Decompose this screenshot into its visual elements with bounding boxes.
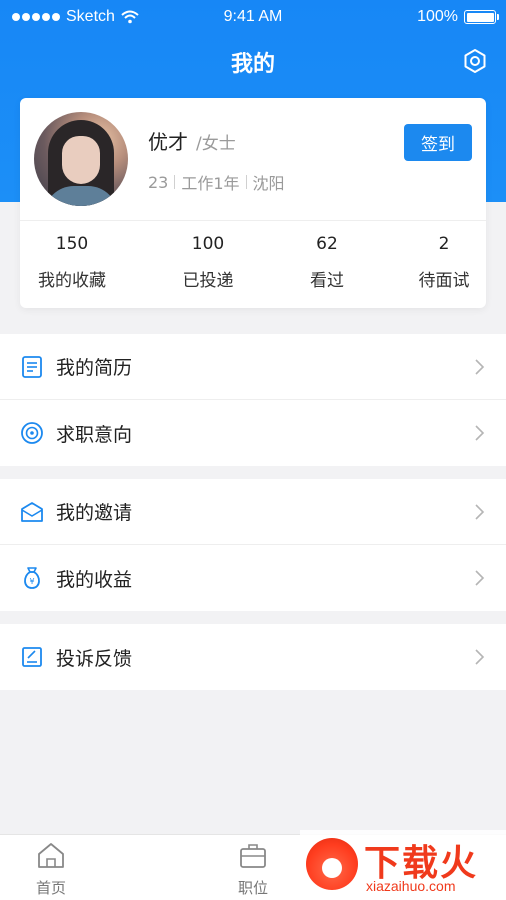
user-city: 沈阳 xyxy=(252,174,285,193)
menu-item-intention[interactable]: 求职意向 xyxy=(0,400,506,466)
menu-item-resume[interactable]: 我的简历 xyxy=(0,334,506,400)
menu-item-earnings[interactable]: ¥ 我的收益 xyxy=(0,545,506,611)
svg-text:¥: ¥ xyxy=(29,577,34,586)
chevron-right-icon xyxy=(475,425,485,441)
mail-icon xyxy=(20,500,44,524)
feedback-icon xyxy=(20,645,44,669)
checkin-button[interactable]: 签到 xyxy=(404,124,472,161)
stat-favorites[interactable]: 150 我的收藏 xyxy=(22,234,122,291)
stat-label: 看过 xyxy=(310,271,344,291)
stats-row: 150 我的收藏 100 已投递 62 看过 2 待面试 xyxy=(20,234,486,298)
stat-value: 150 xyxy=(55,234,89,254)
status-right: 100% xyxy=(417,8,499,26)
battery-percent: 100% xyxy=(417,8,458,25)
menu-group-feedback: 投诉反馈 xyxy=(0,624,506,690)
card-divider xyxy=(20,220,486,221)
tab-label: 首页 xyxy=(35,879,66,897)
tab-label: 职位 xyxy=(237,879,268,897)
user-meta: 23 工作1年 沈阳 xyxy=(148,170,285,194)
resume-icon xyxy=(20,355,44,379)
menu-group-resume: 我的简历 求职意向 xyxy=(0,334,506,466)
chevron-right-icon xyxy=(475,649,485,665)
user-name: 优才 xyxy=(148,130,188,154)
stat-interview[interactable]: 2 待面试 xyxy=(394,234,494,291)
tab-jobs[interactable]: 职位 xyxy=(213,841,293,898)
profile-card: 优才 /女士 23 工作1年 沈阳 签到 150 我的收藏 100 已投递 62… xyxy=(20,98,486,308)
tab-home[interactable]: 首页 xyxy=(11,841,91,898)
menu-label: 我的邀请 xyxy=(56,502,133,524)
stat-label: 待面试 xyxy=(418,271,470,291)
stat-label: 已投递 xyxy=(182,271,234,291)
divider xyxy=(245,175,247,189)
user-age: 23 xyxy=(148,172,169,192)
gear-icon xyxy=(464,49,486,73)
stat-applied[interactable]: 100 已投递 xyxy=(158,234,258,291)
target-icon xyxy=(20,421,44,445)
page-title: 我的 xyxy=(230,52,275,77)
menu-label: 投诉反馈 xyxy=(56,647,133,670)
status-bar: Sketch 9:41 AM 100% xyxy=(0,0,506,34)
avatar[interactable] xyxy=(34,112,128,206)
stat-viewed[interactable]: 62 看过 xyxy=(277,234,377,291)
chevron-right-icon xyxy=(475,570,485,586)
stat-value: 2 xyxy=(438,234,450,254)
divider xyxy=(174,175,176,189)
menu-item-feedback[interactable]: 投诉反馈 xyxy=(0,624,506,690)
home-icon xyxy=(38,843,64,868)
settings-button[interactable] xyxy=(460,46,490,76)
stat-label: 我的收藏 xyxy=(38,271,106,291)
user-experience: 工作1年 xyxy=(181,174,240,193)
menu-label: 求职意向 xyxy=(56,423,133,446)
chevron-right-icon xyxy=(475,504,485,520)
menu-group-invite: 我的邀请 ¥ 我的收益 xyxy=(0,479,506,611)
money-bag-icon: ¥ xyxy=(20,566,44,590)
watermark-subtitle: xiazaihuo.com xyxy=(366,878,456,894)
name-row: 优才 /女士 xyxy=(148,126,236,155)
chevron-right-icon xyxy=(475,359,485,375)
watermark-logo-icon xyxy=(306,838,358,890)
user-gender: /女士 xyxy=(196,134,236,154)
battery-icon xyxy=(464,10,499,24)
stat-value: 100 xyxy=(191,234,225,254)
stat-value: 62 xyxy=(316,234,338,254)
watermark: 下载火 xiazaihuo.com xyxy=(300,830,506,900)
briefcase-icon xyxy=(240,844,266,868)
menu-label: 我的收益 xyxy=(56,568,133,591)
menu-item-invitation[interactable]: 我的邀请 xyxy=(0,479,506,545)
menu-label: 我的简历 xyxy=(56,357,133,379)
